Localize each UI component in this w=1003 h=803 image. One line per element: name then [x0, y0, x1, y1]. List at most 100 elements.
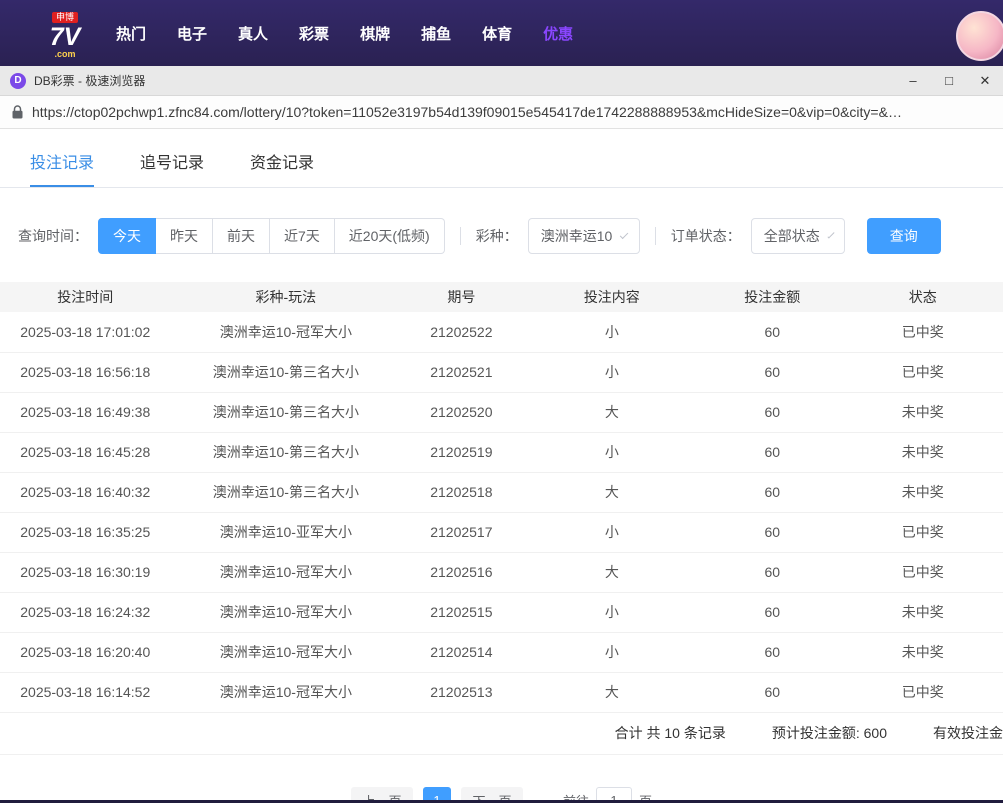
bet-table-body: 2025-03-18 17:01:02 澳洲幸运10-冠军大小 21202522 小 6… — [0, 312, 1003, 713]
prev-page-button[interactable]: 上一页 — [350, 786, 413, 800]
cell-bet-amount: 60 — [702, 352, 843, 393]
cell-bet-content: 小 — [521, 352, 703, 393]
total-records-text: 合计 共 10 条记录 — [614, 725, 726, 741]
cell-issue-number: 21202513 — [401, 672, 522, 713]
close-button[interactable]: ✕ — [967, 66, 1003, 95]
page-suffix-label: 页 — [639, 791, 652, 800]
lottery-select[interactable]: 澳洲幸运10 — [527, 218, 640, 254]
logo-badge: 申博 — [51, 11, 78, 23]
goto-page-input[interactable] — [596, 786, 632, 800]
current-page-indicator[interactable]: 1 — [422, 786, 451, 800]
table-row: 2025-03-18 16:40:32 澳洲幸运10-第三名大小 21202518 大… — [0, 472, 1003, 513]
user-avatar[interactable] — [956, 11, 1003, 61]
cell-bet-content: 小 — [521, 592, 703, 633]
summary-bar: 合计 共 10 条记录 预计投注金额: 600 有效投注金 — [0, 713, 1003, 755]
divider — [459, 227, 461, 245]
cell-bet-amount: 60 — [702, 392, 843, 433]
cell-bet-amount: 60 — [702, 432, 843, 473]
cell-bet-status: 未中奖 — [842, 432, 1003, 473]
bet-records-table: 投注时间 彩种-玩法 期号 投注内容 投注金额 状态 2025-03-18 17… — [0, 282, 1003, 713]
time-filter-option-0[interactable]: 今天 — [98, 218, 156, 254]
cell-bet-content: 大 — [521, 672, 703, 713]
cell-game-type: 澳洲幸运10-第三名大小 — [170, 352, 402, 393]
column-header-game-type: 彩种-玩法 — [170, 282, 402, 312]
estimated-amount-text: 预计投注金额: 600 — [771, 725, 887, 741]
lottery-records-page: 投注记录 追号记录 资金记录 查询时间： 今天 昨天 前天 近7天 近20天(低频) 彩… — [0, 129, 1003, 800]
browser-titlebar: D DB彩票 - 极速浏览器 – □ ✕ — [0, 66, 1003, 96]
nav-item-6[interactable]: 体育 — [482, 23, 512, 44]
site-logo[interactable]: 申博 7V .com — [34, 8, 96, 59]
cell-bet-amount: 60 — [702, 512, 843, 553]
cell-bet-time: 2025-03-18 16:45:28 — [0, 432, 171, 473]
cell-bet-time: 2025-03-18 16:20:40 — [0, 632, 171, 673]
cell-game-type: 澳洲幸运10-第三名大小 — [170, 432, 402, 473]
minimize-button[interactable]: – — [895, 66, 931, 95]
browser-addressbar: https://ctop02pchwp1.zfnc84.com/lottery/… — [0, 96, 1003, 129]
nav-item-3[interactable]: 彩票 — [299, 23, 329, 44]
cell-bet-amount: 60 — [702, 552, 843, 593]
lottery-select-value: 澳洲幸运10 — [540, 228, 613, 244]
pagination: 上一页 1 下一页 前往 页 — [0, 786, 1003, 800]
logo-sub-text: .com — [54, 48, 76, 59]
cell-game-type: 澳洲幸运10-冠军大小 — [170, 632, 402, 673]
tab-fund-records[interactable]: 资金记录 — [250, 149, 314, 187]
next-page-button[interactable]: 下一页 — [460, 786, 523, 800]
nav-item-5[interactable]: 捕鱼 — [421, 23, 451, 44]
app-navbar: 申博 7V .com 热门 电子 真人 彩票 棋牌 捕鱼 体育 优惠 — [0, 0, 1003, 66]
table-row: 2025-03-18 16:35:25 澳洲幸运10-亚军大小 21202517 小 6… — [0, 512, 1003, 553]
cell-bet-amount: 60 — [702, 592, 843, 633]
main-nav-items: 热门 电子 真人 彩票 棋牌 捕鱼 体育 优惠 — [116, 23, 573, 44]
cell-game-type: 澳洲幸运10-第三名大小 — [170, 472, 402, 513]
table-row: 2025-03-18 16:30:19 澳洲幸运10-冠军大小 21202516 大 6… — [0, 552, 1003, 593]
cell-bet-content: 小 — [521, 512, 703, 553]
nav-item-1[interactable]: 电子 — [177, 23, 207, 44]
cell-bet-status: 未中奖 — [842, 392, 1003, 433]
cell-bet-time: 2025-03-18 17:01:02 — [0, 312, 171, 353]
cell-issue-number: 21202522 — [401, 312, 522, 353]
cell-bet-content: 小 — [521, 632, 703, 673]
cell-game-type: 澳洲幸运10-冠军大小 — [170, 312, 402, 353]
order-status-select[interactable]: 全部状态 — [750, 218, 845, 254]
column-header-content: 投注内容 — [521, 282, 703, 312]
maximize-button[interactable]: □ — [931, 66, 967, 95]
tab-chase-records[interactable]: 追号记录 — [140, 149, 204, 187]
time-filter-option-4[interactable]: 近20天(低频) — [334, 218, 445, 254]
cell-bet-status: 未中奖 — [842, 472, 1003, 513]
order-status-value: 全部状态 — [763, 228, 820, 244]
cell-issue-number: 21202514 — [401, 632, 522, 673]
cell-game-type: 澳洲幸运10-冠军大小 — [170, 552, 402, 593]
table-row: 2025-03-18 16:56:18 澳洲幸运10-第三名大小 21202521 小… — [0, 352, 1003, 393]
table-row: 2025-03-18 17:01:02 澳洲幸运10-冠军大小 21202522 小 6… — [0, 312, 1003, 353]
tab-bet-records[interactable]: 投注记录 — [30, 149, 95, 187]
column-header-amount: 投注金额 — [702, 282, 843, 312]
cell-issue-number: 21202521 — [401, 352, 522, 393]
query-button[interactable]: 查询 — [866, 218, 941, 254]
cell-issue-number: 21202520 — [401, 392, 522, 433]
cell-issue-number: 21202518 — [401, 472, 522, 513]
cell-bet-status: 已中奖 — [842, 352, 1003, 393]
table-row: 2025-03-18 16:24:32 澳洲幸运10-冠军大小 21202515 小 6… — [0, 592, 1003, 633]
cell-issue-number: 21202515 — [401, 592, 522, 633]
lock-icon — [12, 105, 23, 119]
cell-game-type: 澳洲幸运10-冠军大小 — [170, 592, 402, 633]
table-row: 2025-03-18 16:49:38 澳洲幸运10-第三名大小 21202520 大… — [0, 392, 1003, 433]
logo-main-text: 7V — [49, 22, 81, 51]
url-text[interactable]: https://ctop02pchwp1.zfnc84.com/lottery/… — [32, 104, 991, 120]
cell-bet-amount: 60 — [702, 472, 843, 513]
cell-bet-time: 2025-03-18 16:14:52 — [0, 672, 171, 713]
table-row: 2025-03-18 16:45:28 澳洲幸运10-第三名大小 21202519 小… — [0, 432, 1003, 473]
cell-issue-number: 21202516 — [401, 552, 522, 593]
time-filter-option-2[interactable]: 前天 — [213, 218, 270, 254]
goto-page: 前往 页 — [563, 786, 652, 800]
cell-bet-time: 2025-03-18 16:24:32 — [0, 592, 171, 633]
nav-item-0[interactable]: 热门 — [116, 23, 146, 44]
lottery-filter-label: 彩种： — [475, 228, 518, 244]
time-filter-option-1[interactable]: 昨天 — [156, 218, 213, 254]
cell-bet-time: 2025-03-18 16:35:25 — [0, 512, 171, 553]
nav-item-2[interactable]: 真人 — [238, 23, 268, 44]
cell-bet-content: 小 — [521, 432, 703, 473]
column-header-bet-time: 投注时间 — [0, 282, 171, 312]
nav-item-7[interactable]: 优惠 — [543, 23, 573, 44]
time-filter-option-3[interactable]: 近7天 — [270, 218, 335, 254]
nav-item-4[interactable]: 棋牌 — [360, 23, 390, 44]
